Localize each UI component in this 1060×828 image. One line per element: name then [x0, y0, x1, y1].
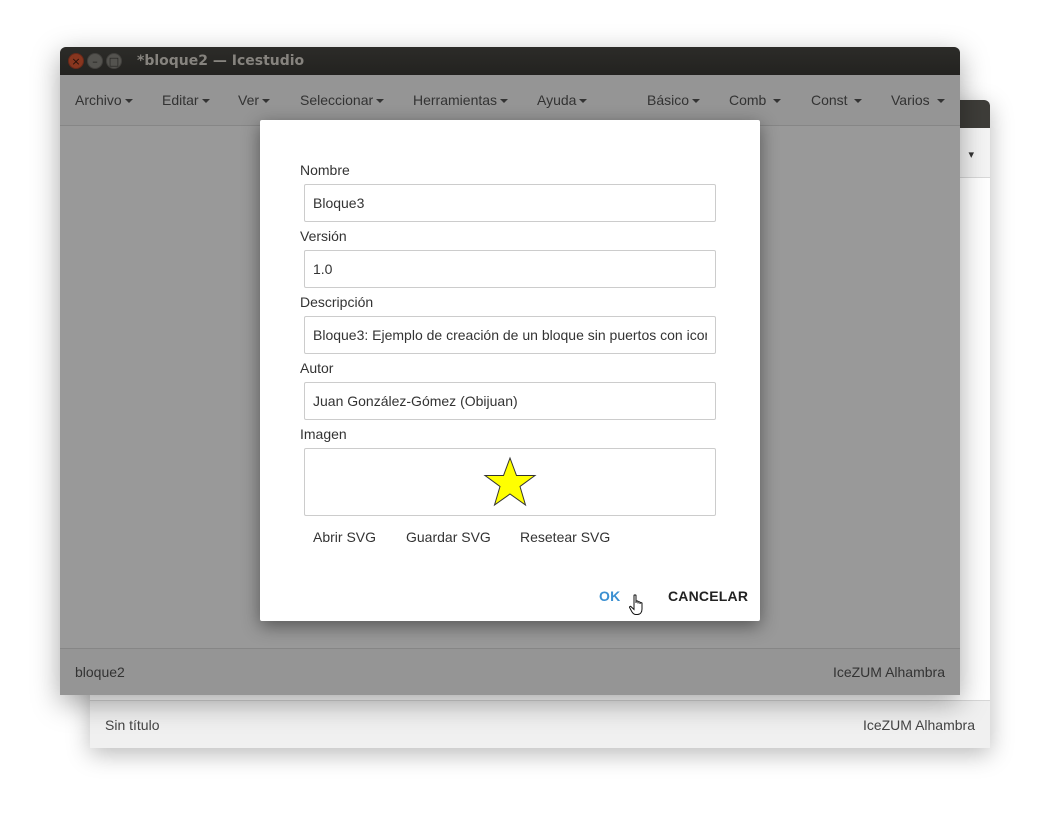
- name-input[interactable]: [304, 184, 716, 222]
- hand-cursor-icon: [629, 594, 643, 615]
- open-svg-button[interactable]: Abrir SVG: [313, 529, 376, 545]
- cancel-button[interactable]: CANCELAR: [668, 588, 748, 604]
- reset-svg-button[interactable]: Resetear SVG: [520, 529, 610, 545]
- background-statusbar: Sin título IceZUM Alhambra: [90, 700, 990, 748]
- name-label: Nombre: [300, 162, 350, 178]
- description-label: Descripción: [300, 294, 374, 310]
- background-status-board: IceZUM Alhambra: [862, 716, 975, 733]
- author-label: Autor: [300, 360, 334, 376]
- image-label: Imagen: [300, 426, 347, 442]
- star-shape: [483, 456, 537, 507]
- version-input[interactable]: [304, 250, 716, 288]
- description-input[interactable]: [304, 316, 716, 354]
- author-input[interactable]: [304, 382, 716, 420]
- version-label: Versión: [300, 228, 347, 244]
- image-preview: [304, 448, 716, 516]
- background-status-project: Sin título: [105, 716, 160, 733]
- star-icon: [483, 456, 537, 507]
- ok-button[interactable]: OK: [599, 588, 620, 604]
- caret-down-icon: ▾: [968, 149, 974, 161]
- save-svg-button[interactable]: Guardar SVG: [406, 529, 491, 545]
- block-info-dialog: Nombre Versión Descripción Autor Imagen …: [260, 120, 760, 621]
